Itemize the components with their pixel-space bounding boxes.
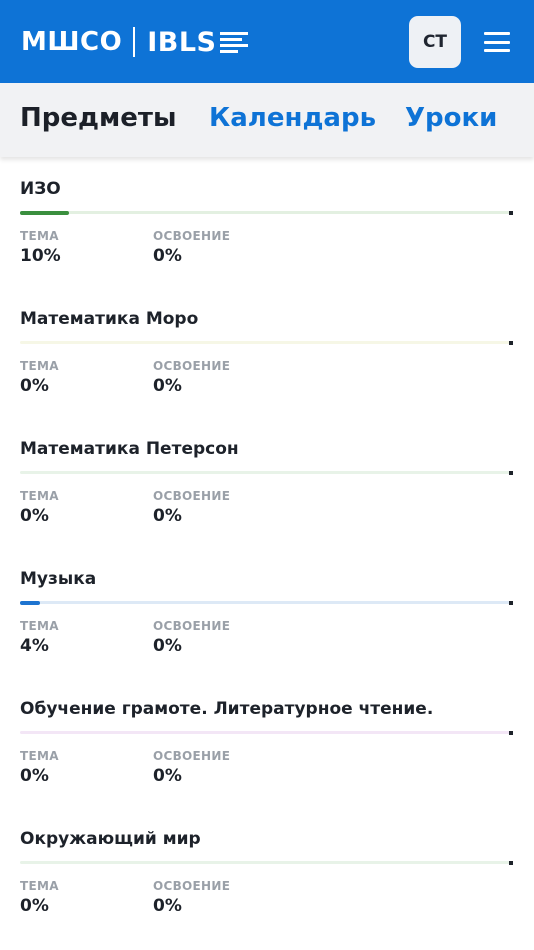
mastery-label: ОСВОЕНИЕ <box>153 749 231 763</box>
app-logo[interactable]: МШСО IBLS <box>21 25 249 59</box>
mastery-value: 0% <box>153 246 182 266</box>
topic-value: 0% <box>20 766 49 786</box>
topic-label: ТЕМА <box>20 229 59 243</box>
subject-card[interactable]: ИЗО ТЕМА ОСВОЕНИЕ 10% 0% <box>0 157 534 287</box>
progress-track <box>20 731 510 734</box>
subject-card[interactable]: Обучение грамоте. Литературное чтение. Т… <box>0 677 534 807</box>
logo-divider <box>133 27 136 57</box>
progress-end-marker <box>509 601 513 605</box>
topic-label: ТЕМА <box>20 879 59 893</box>
progress-track <box>20 341 510 344</box>
topic-value: 0% <box>20 376 49 396</box>
progress-end-marker <box>509 211 513 215</box>
subject-title: Математика Моро <box>20 309 199 329</box>
logo-mshso-text: МШСО <box>21 27 123 57</box>
subject-card[interactable]: Музыка ТЕМА ОСВОЕНИЕ 4% 0% <box>0 547 534 677</box>
mastery-label: ОСВОЕНИЕ <box>153 879 231 893</box>
mastery-label: ОСВОЕНИЕ <box>153 489 231 503</box>
topic-value: 10% <box>20 246 61 266</box>
mastery-value: 0% <box>153 376 182 396</box>
section-tabs: Предметы Календарь Уроки <box>0 83 534 157</box>
subject-card[interactable]: Окружающий мир ТЕМА ОСВОЕНИЕ 0% 0% <box>0 807 534 937</box>
subject-card[interactable]: Математика Петерсон ТЕМА ОСВОЕНИЕ 0% 0% <box>0 417 534 547</box>
subject-card[interactable]: Математика Моро ТЕМА ОСВОЕНИЕ 0% 0% <box>0 287 534 417</box>
subject-title: Музыка <box>20 569 97 589</box>
mastery-value: 0% <box>153 766 182 786</box>
progress-end-marker <box>509 471 513 475</box>
progress-end-marker <box>509 341 513 345</box>
progress-fill <box>20 600 40 605</box>
tab-calendar[interactable]: Календарь <box>209 103 376 133</box>
topic-value: 4% <box>20 636 49 656</box>
progress-track <box>20 861 510 864</box>
tab-subjects[interactable]: Предметы <box>20 103 176 133</box>
topic-label: ТЕМА <box>20 619 59 633</box>
mastery-label: ОСВОЕНИЕ <box>153 359 231 373</box>
progress-end-marker <box>509 731 513 735</box>
mastery-label: ОСВОЕНИЕ <box>153 229 231 243</box>
topic-value: 0% <box>20 506 49 526</box>
topic-label: ТЕМА <box>20 749 59 763</box>
logo-ibls-text: IBLS <box>147 26 217 58</box>
top-header: МШСО IBLS СТ <box>0 0 534 83</box>
progress-track <box>20 471 510 474</box>
mastery-value: 0% <box>153 506 182 526</box>
progress-fill <box>20 210 69 215</box>
progress-track <box>20 210 510 215</box>
progress-end-marker <box>509 861 513 865</box>
mastery-label: ОСВОЕНИЕ <box>153 619 231 633</box>
hamburger-menu-icon[interactable] <box>484 32 510 52</box>
mastery-value: 0% <box>153 896 182 916</box>
tab-lessons[interactable]: Уроки <box>405 103 497 133</box>
progress-track <box>20 600 510 605</box>
subject-title: Окружающий мир <box>20 829 201 849</box>
user-avatar[interactable]: СТ <box>409 16 461 68</box>
topic-value: 0% <box>20 896 49 916</box>
subject-title: Математика Петерсон <box>20 439 239 459</box>
subject-title: Обучение грамоте. Литературное чтение. <box>20 699 434 719</box>
topic-label: ТЕМА <box>20 359 59 373</box>
topic-label: ТЕМА <box>20 489 59 503</box>
subject-title: ИЗО <box>20 179 61 199</box>
mastery-value: 0% <box>153 636 182 656</box>
logo-lines-icon <box>220 31 249 53</box>
app-root: МШСО IBLS СТ Предметы Календарь Уроки ИЗ… <box>0 0 534 950</box>
